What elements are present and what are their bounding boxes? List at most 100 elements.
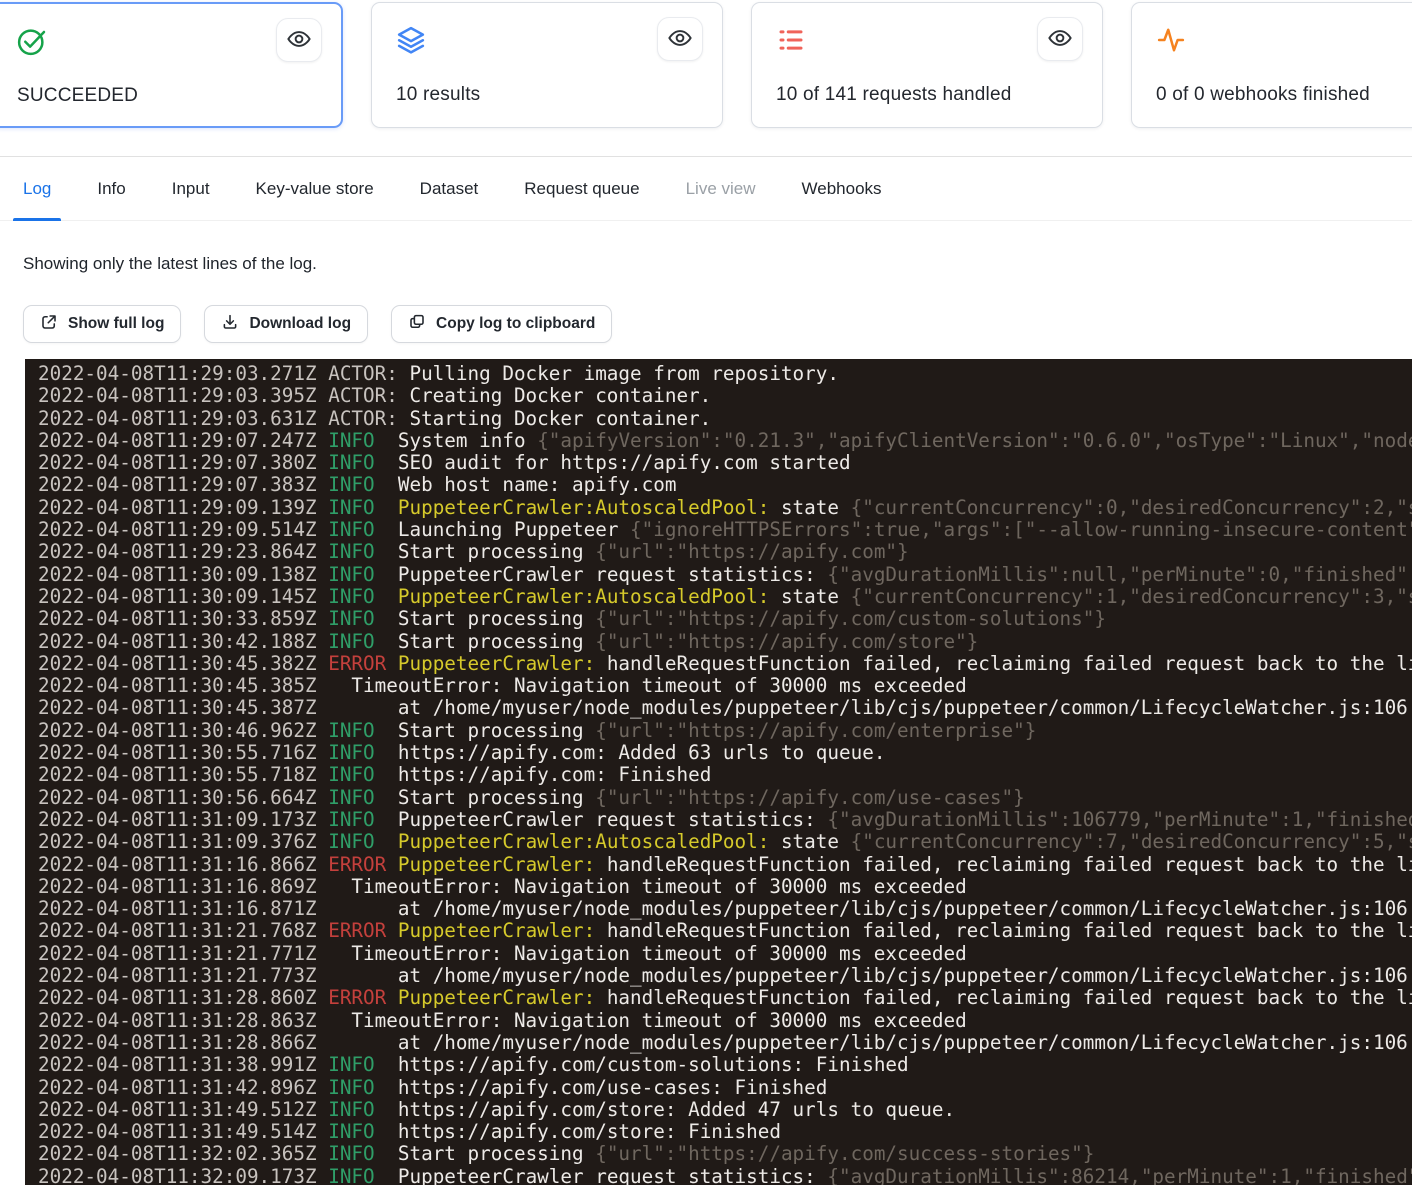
log-timestamp: 2022-04-08T11:32:09.173Z: [38, 1165, 328, 1185]
log-line: 2022-04-08T11:29:07.247Z INFO System inf…: [38, 430, 1412, 452]
log-text: https://apify.com/store: Added 47 urls t…: [375, 1098, 955, 1121]
log-text: https://apify.com/custom-solutions: Fini…: [375, 1053, 909, 1076]
webhooks-count-label: 0 of 0 webhooks finished: [1156, 84, 1370, 106]
card-eye-button[interactable]: [1037, 17, 1083, 61]
log-level-error: ERROR: [328, 986, 386, 1009]
log-timestamp: 2022-04-08T11:30:45.387Z: [38, 696, 328, 719]
log-line: 2022-04-08T11:31:16.866Z ERROR Puppeteer…: [38, 854, 1412, 876]
tab-info[interactable]: Info: [97, 157, 125, 220]
log-line: 2022-04-08T11:29:09.514Z INFO Launching …: [38, 519, 1412, 541]
log-level-error: ERROR: [328, 853, 386, 876]
log-notice: Showing only the latest lines of the log…: [23, 254, 1412, 274]
log-output[interactable]: 2022-04-08T11:29:03.271Z ACTOR: Pulling …: [25, 359, 1412, 1185]
log-level-info: INFO: [328, 763, 374, 786]
log-level-info: INFO: [328, 808, 374, 831]
log-line: 2022-04-08T11:31:09.173Z INFO PuppeteerC…: [38, 809, 1412, 831]
log-timestamp: 2022-04-08T11:29:07.383Z: [38, 473, 328, 496]
log-level-info: INFO: [328, 1098, 374, 1121]
eye-icon: [667, 25, 693, 54]
log-line: 2022-04-08T11:30:42.188Z INFO Start proc…: [38, 631, 1412, 653]
log-text: PuppeteerCrawler:: [386, 919, 595, 942]
log-text: Launching Puppeteer: [375, 518, 630, 541]
log-line: 2022-04-08T11:32:02.365Z INFO Start proc…: [38, 1143, 1412, 1165]
log-timestamp: 2022-04-08T11:30:45.382Z: [38, 652, 328, 675]
log-timestamp: 2022-04-08T11:31:49.514Z: [38, 1120, 328, 1143]
copy-log-button[interactable]: Copy log to clipboard: [391, 305, 612, 343]
log-timestamp: 2022-04-08T11:31:28.860Z: [38, 986, 328, 1009]
tab-log[interactable]: Log: [23, 157, 51, 220]
log-line: 2022-04-08T11:31:49.514Z INFO https://ap…: [38, 1121, 1412, 1143]
log-text: PuppeteerCrawler:AutoscaledPool:: [375, 830, 770, 853]
log-level-info: INFO: [328, 1142, 374, 1165]
log-timestamp: 2022-04-08T11:30:09.145Z: [38, 585, 328, 608]
log-timestamp: 2022-04-08T11:31:28.866Z: [38, 1031, 328, 1054]
tab-key-value-store[interactable]: Key-value store: [256, 157, 374, 220]
log-timestamp: 2022-04-08T11:31:21.768Z: [38, 919, 328, 942]
tab-request-queue[interactable]: Request queue: [524, 157, 639, 220]
list-icon: [776, 25, 806, 55]
log-text: PuppeteerCrawler:: [386, 652, 595, 675]
log-text: {"ignoreHTTPSErrors":true,"args":["--all…: [630, 518, 1412, 541]
log-text: Pulling Docker image from repository.: [409, 362, 839, 385]
pulse-icon: [1156, 25, 1186, 55]
log-text: Start processing: [375, 607, 596, 630]
log-level-info: INFO: [328, 496, 374, 519]
log-text: {"avgDurationMillis":null,"perMinute":0,…: [827, 563, 1412, 586]
log-text: {"url":"https://apify.com"}: [595, 540, 908, 563]
log-level-info: INFO: [328, 607, 374, 630]
card-eye-button[interactable]: [657, 17, 703, 61]
log-timestamp: 2022-04-08T11:31:09.173Z: [38, 808, 328, 831]
log-text: state: [769, 585, 850, 608]
log-timestamp: 2022-04-08T11:31:21.773Z: [38, 964, 328, 987]
card-eye-button[interactable]: [276, 18, 322, 62]
tab-dataset[interactable]: Dataset: [420, 157, 479, 220]
log-text: PuppeteerCrawler:AutoscaledPool:: [375, 585, 770, 608]
log-line: 2022-04-08T11:30:33.859Z INFO Start proc…: [38, 608, 1412, 630]
external-link-icon: [40, 313, 58, 336]
show-full-log-button[interactable]: Show full log: [23, 305, 181, 343]
log-text: PuppeteerCrawler request statistics:: [375, 1165, 828, 1185]
log-level-info: INFO: [328, 473, 374, 496]
log-level-info: INFO: [328, 786, 374, 809]
log-level-info: INFO: [328, 1053, 374, 1076]
tab-webhooks[interactable]: Webhooks: [802, 157, 882, 220]
log-text: {"apifyVersion":"0.21.3","apifyClientVer…: [537, 429, 1412, 452]
eye-icon: [286, 26, 312, 55]
log-line: 2022-04-08T11:31:16.869Z TimeoutError: N…: [38, 876, 1412, 898]
log-line: 2022-04-08T11:31:49.512Z INFO https://ap…: [38, 1099, 1412, 1121]
log-timestamp: 2022-04-08T11:30:42.188Z: [38, 630, 328, 653]
run-detail-tabs: Log Info Input Key-value store Dataset R…: [0, 156, 1412, 221]
log-level-info: INFO: [328, 719, 374, 742]
log-text: at /home/myuser/node_modules/puppeteer/l…: [328, 696, 1412, 719]
log-line: 2022-04-08T11:30:55.718Z INFO https://ap…: [38, 764, 1412, 786]
log-line: 2022-04-08T11:30:09.145Z INFO PuppeteerC…: [38, 586, 1412, 608]
log-line: 2022-04-08T11:29:07.380Z INFO SEO audit …: [38, 452, 1412, 474]
log-text: handleRequestFunction failed, reclaiming…: [595, 853, 1412, 876]
log-line: 2022-04-08T11:30:45.385Z TimeoutError: N…: [38, 675, 1412, 697]
tab-input[interactable]: Input: [172, 157, 210, 220]
log-line: 2022-04-08T11:31:42.896Z INFO https://ap…: [38, 1077, 1412, 1099]
status-cards-row: SUCCEEDED 10 results: [0, 0, 1412, 128]
log-text: Start processing: [375, 1142, 596, 1165]
check-circle-icon: [17, 26, 47, 56]
log-text: Web host name: apify.com: [375, 473, 677, 496]
log-timestamp: 2022-04-08T11:32:02.365Z: [38, 1142, 328, 1165]
log-text: https://apify.com/store: Finished: [375, 1120, 781, 1143]
log-text: PuppeteerCrawler request statistics:: [375, 563, 828, 586]
log-timestamp: 2022-04-08T11:30:56.664Z: [38, 786, 328, 809]
log-text: Start processing: [375, 786, 596, 809]
log-timestamp: 2022-04-08T11:30:09.138Z: [38, 563, 328, 586]
card-results: 10 results: [371, 2, 723, 128]
log-timestamp: 2022-04-08T11:29:23.864Z: [38, 540, 328, 563]
log-level-info: INFO: [328, 429, 374, 452]
log-text: state: [769, 830, 850, 853]
log-timestamp: 2022-04-08T11:31:42.896Z: [38, 1076, 328, 1099]
log-text: handleRequestFunction failed, reclaiming…: [595, 652, 1412, 675]
log-line: 2022-04-08T11:31:38.991Z INFO https://ap…: [38, 1054, 1412, 1076]
log-line: 2022-04-08T11:30:45.382Z ERROR Puppeteer…: [38, 653, 1412, 675]
log-text: at /home/myuser/node_modules/puppeteer/l…: [328, 897, 1412, 920]
download-log-button[interactable]: Download log: [204, 305, 368, 343]
log-text: at /home/myuser/node_modules/puppeteer/l…: [328, 1031, 1412, 1054]
log-text: Start processing: [375, 719, 596, 742]
log-timestamp: 2022-04-08T11:30:45.385Z: [38, 674, 328, 697]
